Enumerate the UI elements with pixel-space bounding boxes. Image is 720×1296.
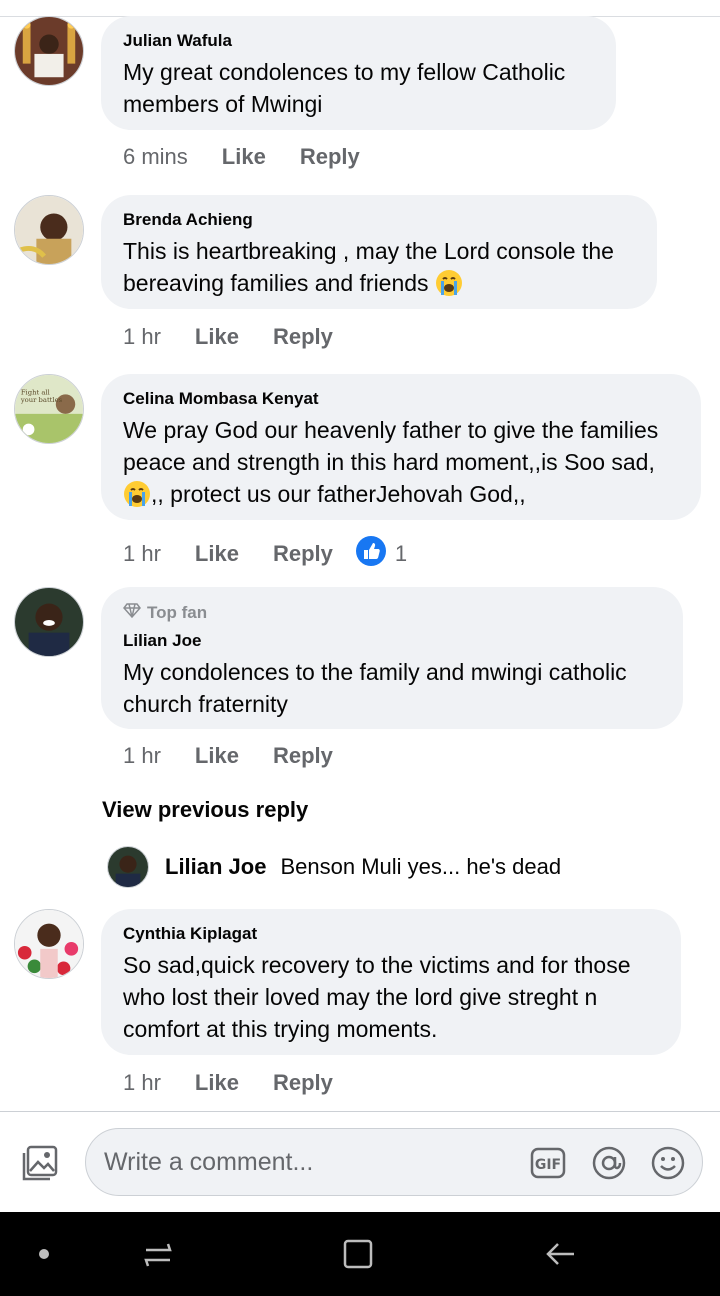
commenter-name[interactable]: Julian Wafula <box>123 30 594 52</box>
comment-text: My great condolences to my fellow Cathol… <box>123 59 566 117</box>
reply-button[interactable]: Reply <box>273 1070 333 1096</box>
svg-text:your battles: your battles <box>20 396 63 404</box>
timestamp: 6 mins <box>123 144 188 169</box>
like-button[interactable]: Like <box>195 1070 239 1096</box>
comment-text: We pray God our heavenly father to give … <box>123 414 679 510</box>
comment-text-tail: ,, protect us our fatherJehovah God,, <box>151 481 526 507</box>
dot-icon[interactable] <box>24 1234 64 1274</box>
svg-text:Fight all: Fight all <box>21 388 50 396</box>
comment-input[interactable] <box>104 1129 524 1195</box>
comment-actions: 1 hr Like Reply <box>123 324 333 350</box>
reply-preview[interactable]: Lilian Joe Benson Muli yes... he's dead <box>107 846 561 888</box>
comment-text: My condolences to the family and mwingi … <box>123 659 627 717</box>
photo-icon[interactable] <box>20 1143 60 1183</box>
reply-author-name[interactable]: Lilian Joe <box>165 854 266 880</box>
svg-text:GIF: GIF <box>535 1157 561 1173</box>
timestamp: 1 hr <box>123 743 161 768</box>
reply-button[interactable]: Reply <box>273 541 333 567</box>
mention-icon[interactable] <box>591 1145 627 1181</box>
reply-button[interactable]: Reply <box>273 324 333 350</box>
system-navigation-bar <box>0 1212 720 1296</box>
comment-input-container[interactable]: GIF <box>85 1128 703 1196</box>
avatar[interactable]: Fight all your battles <box>14 374 84 444</box>
reply-button[interactable]: Reply <box>300 144 360 170</box>
comment-actions: 1 hr Like Reply <box>123 1070 333 1096</box>
comment-text: So sad,quick recovery to the victims and… <box>123 952 631 1042</box>
commenter-name[interactable]: Brenda Achieng <box>123 209 635 231</box>
comment-text: This is heartbreaking , may the Lord con… <box>123 235 635 299</box>
timestamp: 1 hr <box>123 541 161 566</box>
comment-bubble: Brenda Achieng This is heartbreaking , m… <box>101 195 657 309</box>
avatar[interactable] <box>14 587 84 657</box>
recents-icon[interactable] <box>138 1234 178 1274</box>
reply-button[interactable]: Reply <box>273 743 333 769</box>
commenter-name[interactable]: Celina Mombasa Kenyat <box>123 388 679 410</box>
comment-text-body: This is heartbreaking , may the Lord con… <box>123 238 614 296</box>
like-button[interactable]: Like <box>195 743 239 769</box>
comment-actions: 1 hr Like Reply 1 <box>123 535 407 573</box>
comment-bubble: Celina Mombasa Kenyat We pray God our he… <box>101 374 701 520</box>
commenter-name[interactable]: Cynthia Kiplagat <box>123 923 659 945</box>
comment-actions: 6 mins Like Reply <box>123 144 360 170</box>
reaction-summary[interactable]: 1 <box>355 535 407 573</box>
comment-text-body: We pray God our heavenly father to give … <box>123 417 659 475</box>
avatar[interactable] <box>107 846 149 888</box>
emoji-icon[interactable] <box>650 1145 686 1181</box>
like-button[interactable]: Like <box>222 144 266 170</box>
top-fan-badge: Top fan <box>123 601 661 624</box>
comment-composer: GIF <box>0 1112 720 1212</box>
comment-bubble: Julian Wafula My great condolences to my… <box>101 16 616 130</box>
comment-actions: 1 hr Like Reply <box>123 743 333 769</box>
gif-icon[interactable]: GIF <box>530 1145 566 1181</box>
commenter-name[interactable]: Lilian Joe <box>123 630 661 652</box>
view-previous-reply-link[interactable]: View previous reply <box>102 797 308 823</box>
comment-bubble: Cynthia Kiplagat So sad,quick recovery t… <box>101 909 681 1055</box>
home-icon[interactable] <box>338 1234 378 1274</box>
crying-face-icon <box>123 480 151 508</box>
timestamp: 1 hr <box>123 324 161 349</box>
like-button[interactable]: Like <box>195 541 239 567</box>
reply-text: Benson Muli yes... he's dead <box>280 854 562 879</box>
like-button[interactable]: Like <box>195 324 239 350</box>
avatar[interactable] <box>14 195 84 265</box>
like-reaction-icon <box>355 535 387 573</box>
timestamp: 1 hr <box>123 1070 161 1095</box>
back-icon[interactable] <box>540 1234 580 1274</box>
avatar[interactable] <box>14 909 84 979</box>
avatar[interactable] <box>14 16 84 86</box>
crying-face-icon <box>435 269 463 297</box>
diamond-icon <box>123 601 141 624</box>
comment-bubble: Top fan Lilian Joe My condolences to the… <box>101 587 683 729</box>
badge-label: Top fan <box>147 602 208 622</box>
reaction-count: 1 <box>394 541 408 566</box>
